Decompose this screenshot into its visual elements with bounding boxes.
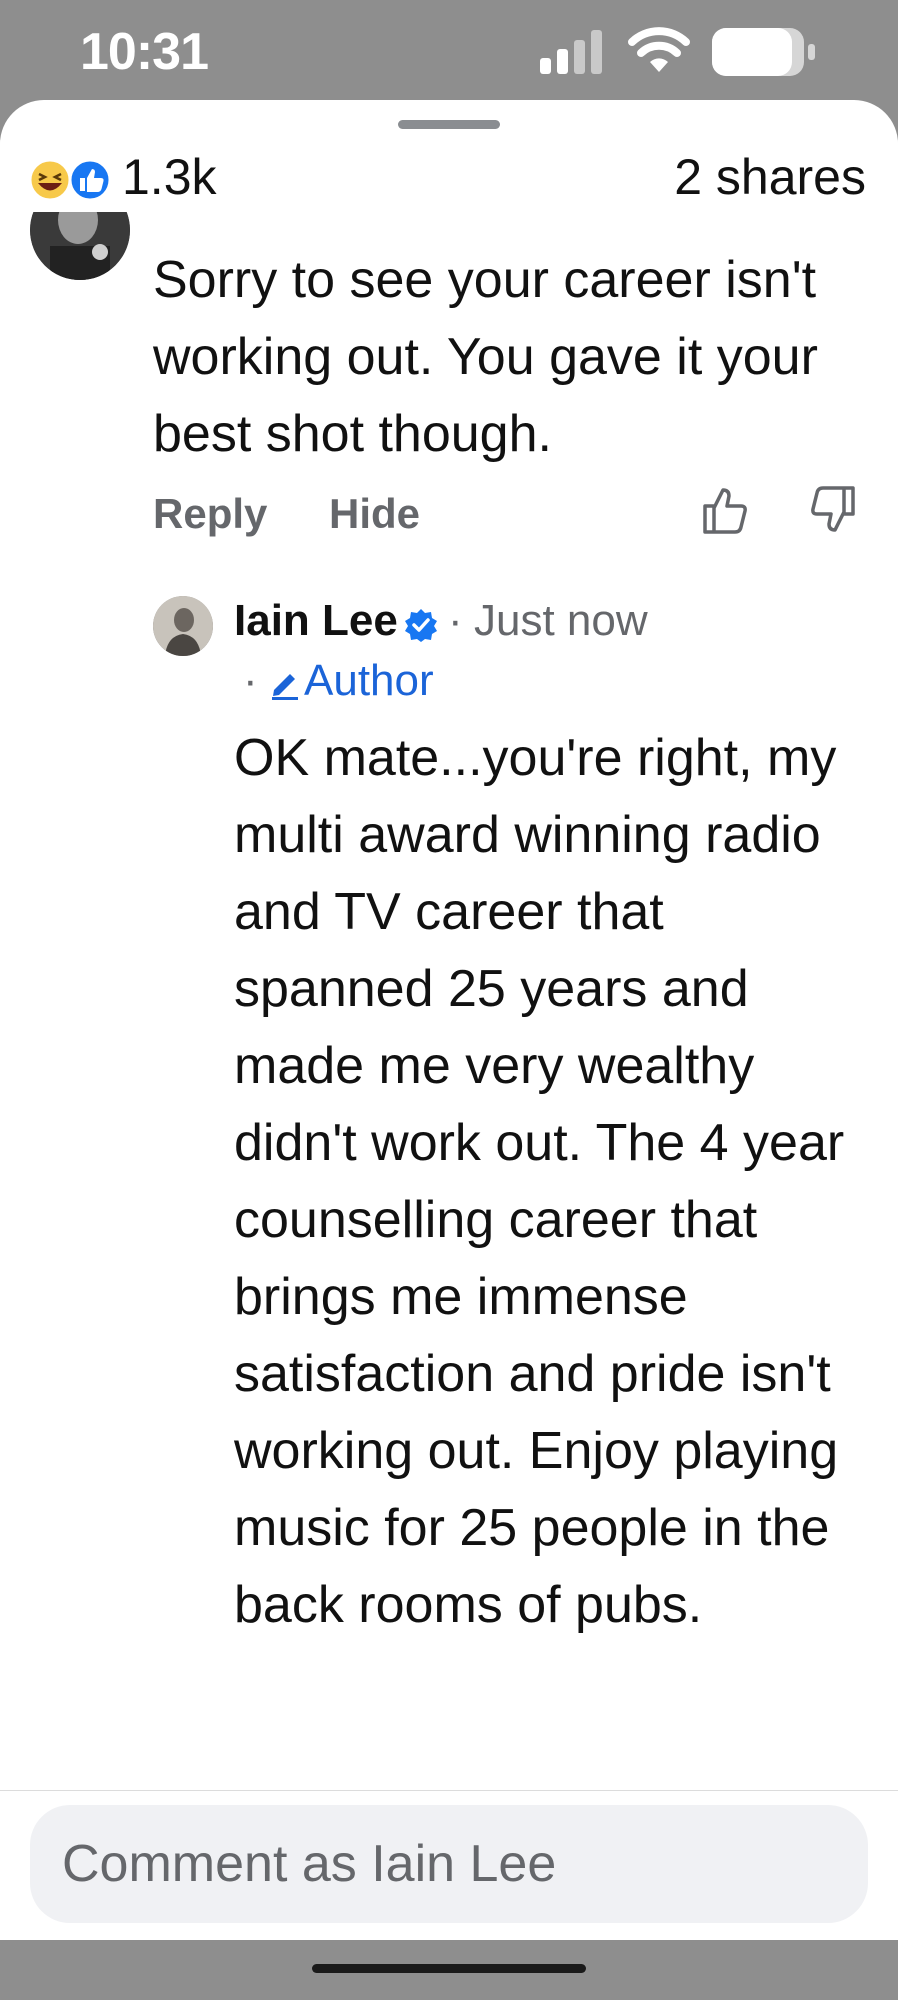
reply-timestamp[interactable]: Just now xyxy=(474,596,648,646)
wifi-icon xyxy=(628,27,690,72)
avatar-image xyxy=(153,596,213,656)
comment-input[interactable] xyxy=(30,1805,868,1923)
shares-count[interactable]: 2 shares xyxy=(674,148,866,206)
meta-separator: · xyxy=(448,596,463,645)
comments-sheet: 1.3k 2 shares Sorry to see your career i… xyxy=(0,100,898,1940)
verified-badge-icon xyxy=(405,609,437,642)
like-reaction-icon xyxy=(68,158,112,202)
cellular-signal-icon xyxy=(540,30,602,74)
reply-text: OK mate...you're right, my multi award w… xyxy=(234,729,845,1634)
reaction-icons[interactable] xyxy=(28,158,114,202)
meta-separator: · xyxy=(243,656,258,705)
comment-composer xyxy=(0,1790,898,1940)
reply-author-avatar[interactable] xyxy=(153,596,213,656)
haha-reaction-icon xyxy=(28,158,72,202)
author-badge: Author xyxy=(304,656,434,705)
reply-button[interactable]: Reply xyxy=(153,490,267,538)
status-time: 10:31 xyxy=(80,23,209,81)
pencil-icon xyxy=(272,674,298,700)
comment-actions: Reply Hide xyxy=(153,486,873,550)
sheet-grabber[interactable] xyxy=(398,120,500,129)
comment-text: Sorry to see your career isn't working o… xyxy=(153,251,818,463)
reaction-count[interactable]: 1.3k xyxy=(122,148,217,206)
hide-button[interactable]: Hide xyxy=(329,490,420,538)
thumbs-up-icon[interactable] xyxy=(701,484,749,536)
status-bar: 10:31 xyxy=(0,0,898,100)
home-indicator[interactable] xyxy=(312,1964,586,1973)
reply-author-name[interactable]: Iain Lee xyxy=(234,596,398,646)
battery-icon xyxy=(712,28,815,76)
thumbs-down-icon[interactable] xyxy=(809,484,857,536)
post-summary: 1.3k 2 shares xyxy=(0,140,898,212)
